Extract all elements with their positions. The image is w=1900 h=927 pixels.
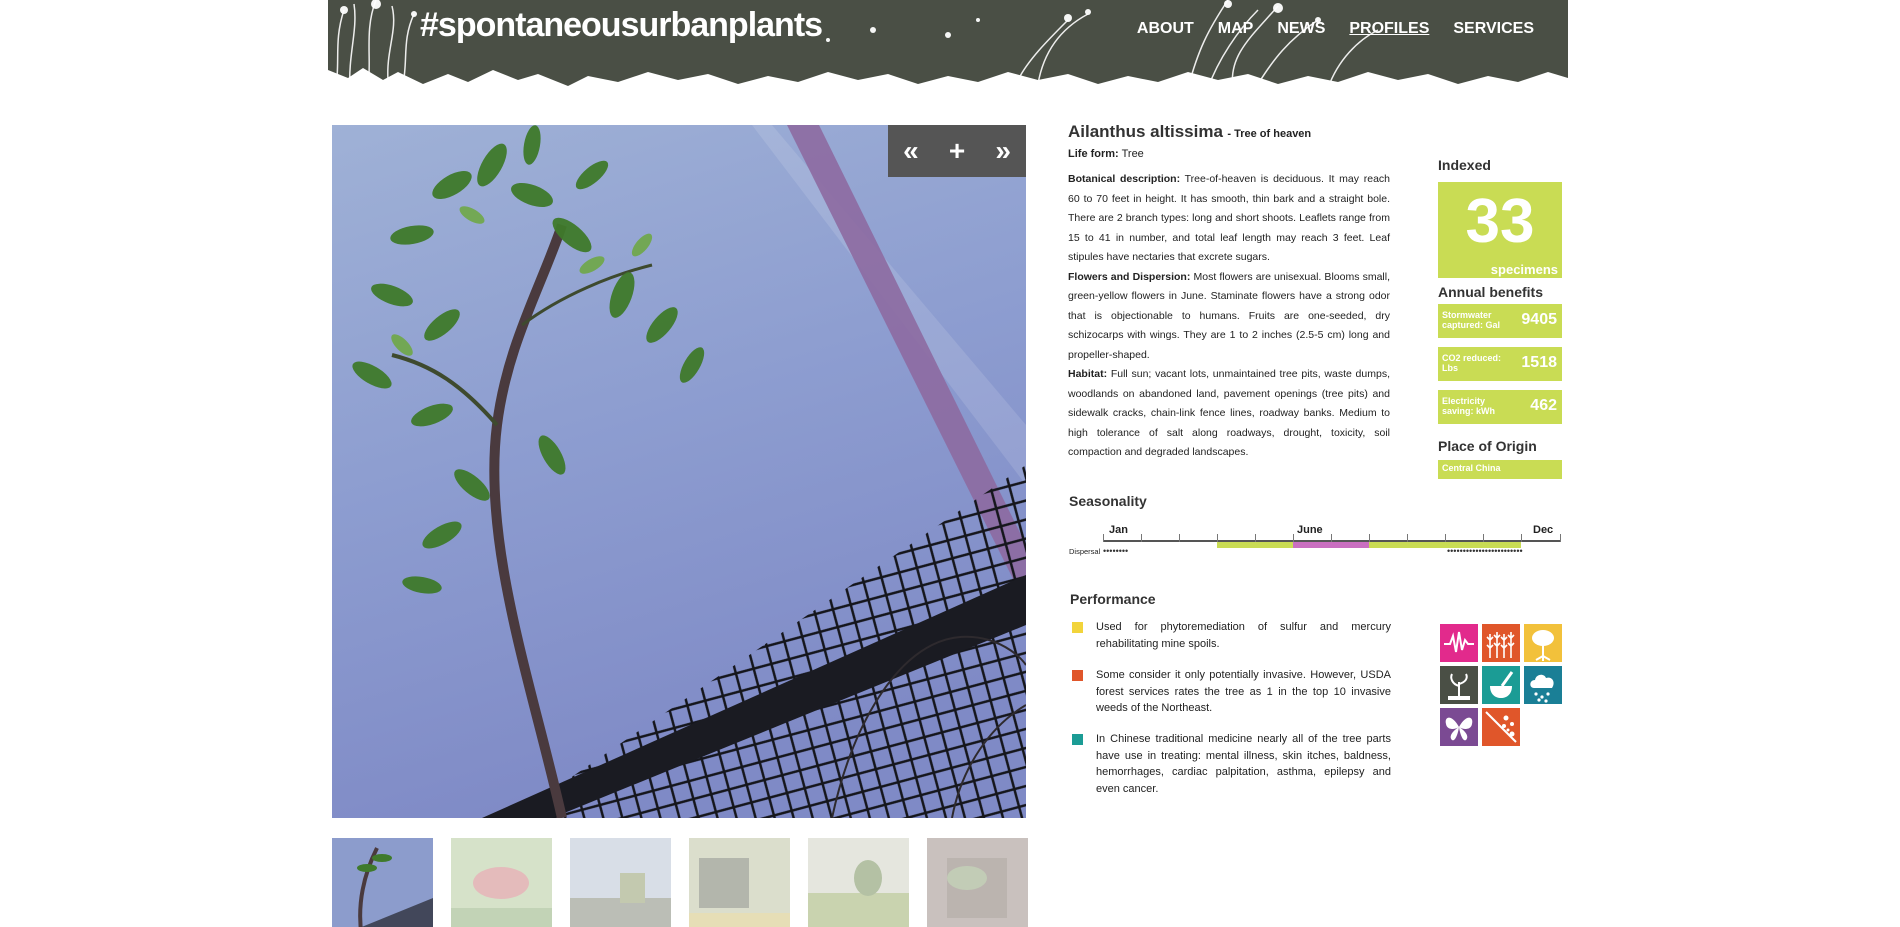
benefit-value: 9405 bbox=[1521, 311, 1557, 328]
botanical-text: Tree-of-heaven is deciduous. It may reac… bbox=[1068, 173, 1391, 263]
nav-profiles[interactable]: PROFILES bbox=[1349, 20, 1429, 38]
performance-text: Used for phytoremediation of sulfur and … bbox=[1096, 621, 1391, 650]
flowers-label: Flowers and Dispersion: bbox=[1068, 270, 1191, 283]
benefit-value: 1518 bbox=[1521, 354, 1557, 371]
performance-item-2: Some consider it only potentially invasi… bbox=[1072, 667, 1391, 717]
common-name: - Tree of heaven bbox=[1227, 128, 1312, 140]
life-form: Life form: Tree bbox=[1068, 148, 1390, 160]
tick bbox=[1521, 534, 1522, 542]
thumbnail-2[interactable] bbox=[451, 838, 552, 927]
indexed-count: 33 bbox=[1465, 187, 1535, 256]
tree-icon[interactable] bbox=[1524, 624, 1562, 662]
plant-description: Ailanthus altissima - Tree of heaven Lif… bbox=[1068, 122, 1390, 463]
gallery-controls: « + » bbox=[888, 125, 1026, 177]
mortar-pestle-icon[interactable] bbox=[1482, 666, 1520, 704]
spread-icon[interactable] bbox=[1482, 708, 1520, 746]
thumbnail-1[interactable] bbox=[332, 838, 433, 927]
tick bbox=[1293, 534, 1294, 542]
thumbnail-strip bbox=[332, 838, 1028, 927]
thumbnail-3[interactable] bbox=[570, 838, 671, 927]
tick bbox=[1103, 534, 1104, 542]
main-photo[interactable]: « + » bbox=[332, 125, 1026, 818]
thumbnail-5[interactable] bbox=[808, 838, 909, 927]
habitat: Habitat: Full sun; vacant lots, unmainta… bbox=[1068, 365, 1390, 463]
performance-item-3: In Chinese traditional medicine nearly a… bbox=[1072, 731, 1391, 797]
performance-color-key bbox=[1072, 670, 1083, 681]
leaf-season-bar bbox=[1217, 542, 1293, 548]
month-jan: Jan bbox=[1109, 524, 1128, 536]
habitat-text: Full sun; vacant lots, unmaintained tree… bbox=[1068, 368, 1390, 458]
plant-title: Ailanthus altissima - Tree of heaven bbox=[1068, 122, 1390, 142]
tick bbox=[1255, 534, 1256, 542]
thumbnail-6[interactable] bbox=[927, 838, 1028, 927]
botanical-label: Botanical description: bbox=[1068, 173, 1181, 185]
benefit-label: Electricity saving: kWh bbox=[1442, 396, 1496, 416]
nav-about[interactable]: ABOUT bbox=[1137, 20, 1194, 38]
crops-icon[interactable] bbox=[1482, 624, 1520, 662]
benefit-label: Stormwater captured: Gal bbox=[1442, 310, 1501, 330]
benefit-label: CO2 reduced: Lbs bbox=[1442, 353, 1502, 373]
seasonality-title: Seasonality bbox=[1069, 493, 1147, 509]
indexed-count-box[interactable]: 33 specimens bbox=[1438, 182, 1562, 278]
tick bbox=[1445, 534, 1446, 542]
tick bbox=[1407, 534, 1408, 542]
site-header: #spontaneousurbanplants ABOUT MAP NEWS P… bbox=[328, 0, 1568, 88]
site-logo[interactable]: #spontaneousurbanplants bbox=[420, 6, 823, 45]
tick bbox=[1217, 534, 1218, 542]
botanical-description: Botanical description: Tree-of-heaven is… bbox=[1068, 170, 1390, 268]
place-of-origin-title: Place of Origin bbox=[1438, 438, 1537, 454]
dispersal-dots-late: •••••••••••••••••••••••• bbox=[1447, 546, 1523, 556]
flowers-dispersion: Flowers and Dispersion: Most flowers are… bbox=[1068, 268, 1390, 366]
month-june: June bbox=[1297, 524, 1323, 536]
next-photo-button[interactable]: » bbox=[995, 135, 1011, 167]
performance-color-key bbox=[1072, 622, 1083, 633]
tick bbox=[1560, 534, 1561, 542]
dispersal-dots-early: •••••••• bbox=[1103, 546, 1129, 556]
sprout-icon[interactable] bbox=[1440, 666, 1478, 704]
tick bbox=[1369, 534, 1370, 542]
tree-of-heaven-photo bbox=[332, 125, 1026, 818]
bloom-season-bar bbox=[1293, 542, 1369, 548]
tick bbox=[1483, 534, 1484, 542]
habitat-label: Habitat: bbox=[1068, 368, 1108, 380]
performance-item-1: Used for phytoremediation of sulfur and … bbox=[1072, 619, 1391, 652]
indexed-title: Indexed bbox=[1438, 157, 1491, 173]
annual-benefits-title: Annual benefits bbox=[1438, 284, 1544, 300]
benefit-co2: CO2 reduced: Lbs 1518 bbox=[1438, 347, 1562, 381]
scientific-name: Ailanthus altissima bbox=[1068, 122, 1223, 141]
performance-text: In Chinese traditional medicine nearly a… bbox=[1096, 733, 1391, 795]
seasonality-timeline: Jan June Dec Dispersal •••••••• ••••••••… bbox=[1067, 520, 1563, 560]
life-form-value: Tree bbox=[1121, 148, 1144, 160]
tick bbox=[1331, 534, 1332, 542]
performance-title: Performance bbox=[1070, 591, 1156, 607]
benefit-electricity: Electricity saving: kWh 462 bbox=[1438, 390, 1562, 424]
dispersal-label: Dispersal bbox=[1069, 547, 1101, 556]
performance-color-key bbox=[1072, 734, 1083, 745]
nav-map[interactable]: MAP bbox=[1218, 20, 1254, 38]
rain-cloud-icon[interactable] bbox=[1524, 666, 1562, 704]
month-dec: Dec bbox=[1533, 524, 1554, 536]
nav-news[interactable]: NEWS bbox=[1277, 20, 1325, 38]
pulse-icon[interactable] bbox=[1440, 624, 1478, 662]
performance-text: Some consider it only potentially invasi… bbox=[1096, 669, 1391, 714]
benefit-value: 462 bbox=[1530, 397, 1557, 414]
main-nav: ABOUT MAP NEWS PROFILES SERVICES bbox=[1137, 20, 1534, 38]
butterfly-icon[interactable] bbox=[1440, 708, 1478, 746]
indexed-unit: specimens bbox=[1490, 262, 1558, 277]
enlarge-photo-button[interactable]: + bbox=[949, 135, 965, 167]
life-form-label: Life form: bbox=[1068, 148, 1119, 160]
nav-services[interactable]: SERVICES bbox=[1453, 20, 1534, 38]
previous-photo-button[interactable]: « bbox=[903, 135, 919, 167]
benefit-stormwater: Stormwater captured: Gal 9405 bbox=[1438, 304, 1562, 338]
flowers-text: Most flowers are unisexual. Blooms small… bbox=[1068, 270, 1390, 361]
tick bbox=[1179, 534, 1180, 542]
place-of-origin: Central China bbox=[1438, 460, 1562, 479]
thumbnail-4[interactable] bbox=[689, 838, 790, 927]
tick bbox=[1141, 534, 1142, 542]
